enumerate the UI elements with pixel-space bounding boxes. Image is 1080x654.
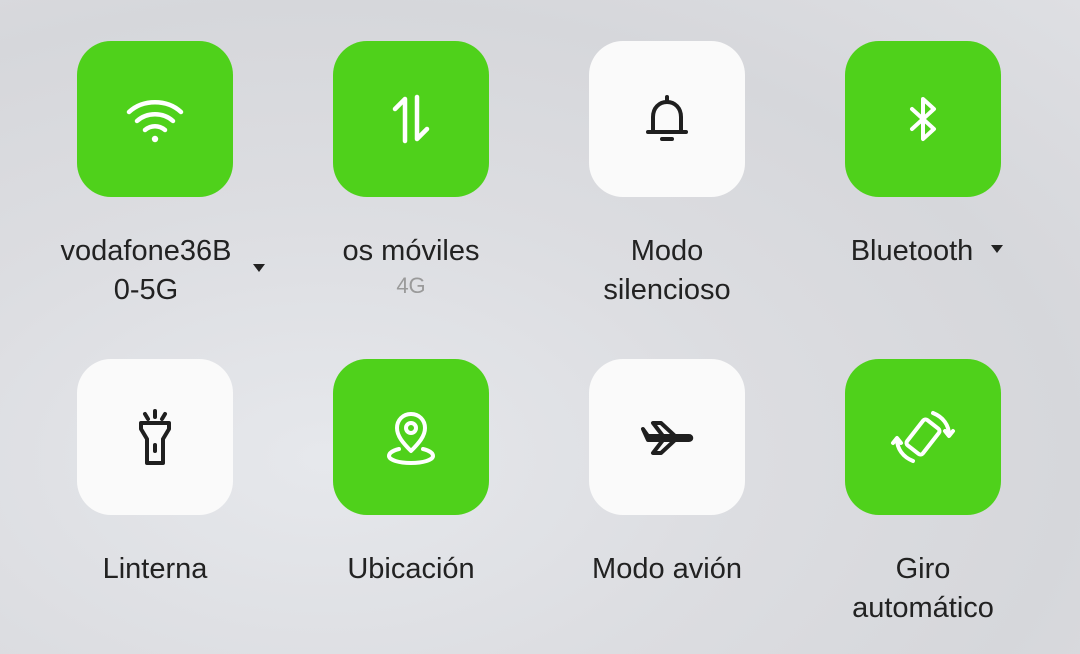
flashlight-label: Linterna	[35, 550, 275, 589]
wifi-label-line2: 0-5G	[113, 274, 179, 306]
bluetooth-dropdown-arrow-icon[interactable]	[991, 245, 1003, 253]
mobile-data-icon	[392, 94, 430, 144]
bell-icon	[646, 95, 688, 141]
auto-rotate-tile[interactable]	[845, 359, 1001, 515]
bluetooth-tile[interactable]	[845, 41, 1001, 197]
mobile-data-tile[interactable]	[333, 41, 489, 197]
silent-mode-tile[interactable]	[589, 41, 745, 197]
auto-rotate-icon	[891, 411, 955, 463]
flashlight-tile[interactable]	[77, 359, 233, 515]
silent-mode-label: Modo silencioso	[547, 232, 787, 310]
location-label: Ubicación	[291, 550, 531, 589]
wifi-label-line1: vodafone36B	[60, 235, 232, 267]
airplane-mode-label: Modo avión	[547, 550, 787, 589]
auto-rotate-label: Giro automático	[803, 550, 1043, 628]
location-label-line1: Ubicación	[347, 553, 475, 585]
airplane-mode-label-line1: Modo avión	[592, 553, 742, 585]
flashlight-label-line1: Linterna	[102, 553, 208, 585]
wifi-tile[interactable]	[77, 41, 233, 197]
wifi-dropdown-arrow-icon[interactable]	[253, 264, 265, 272]
silent-mode-label-line2: silencioso	[603, 274, 731, 306]
mobile-data-label: os móviles 4G	[291, 232, 531, 301]
airplane-mode-tile[interactable]	[589, 359, 745, 515]
wifi-label: vodafone36B 0-5G	[26, 232, 266, 310]
mobile-data-label-line1: os móviles	[342, 235, 480, 267]
wifi-icon	[126, 100, 184, 143]
mobile-data-sub: 4G	[396, 273, 426, 298]
location-tile[interactable]	[333, 359, 489, 515]
airplane-icon	[641, 421, 694, 455]
silent-mode-label-line1: Modo	[630, 235, 704, 267]
auto-rotate-label-line2: automático	[852, 592, 994, 624]
bluetooth-icon	[910, 97, 936, 141]
location-icon	[387, 412, 435, 465]
flashlight-icon	[139, 409, 171, 465]
auto-rotate-label-line1: Giro	[895, 553, 951, 585]
